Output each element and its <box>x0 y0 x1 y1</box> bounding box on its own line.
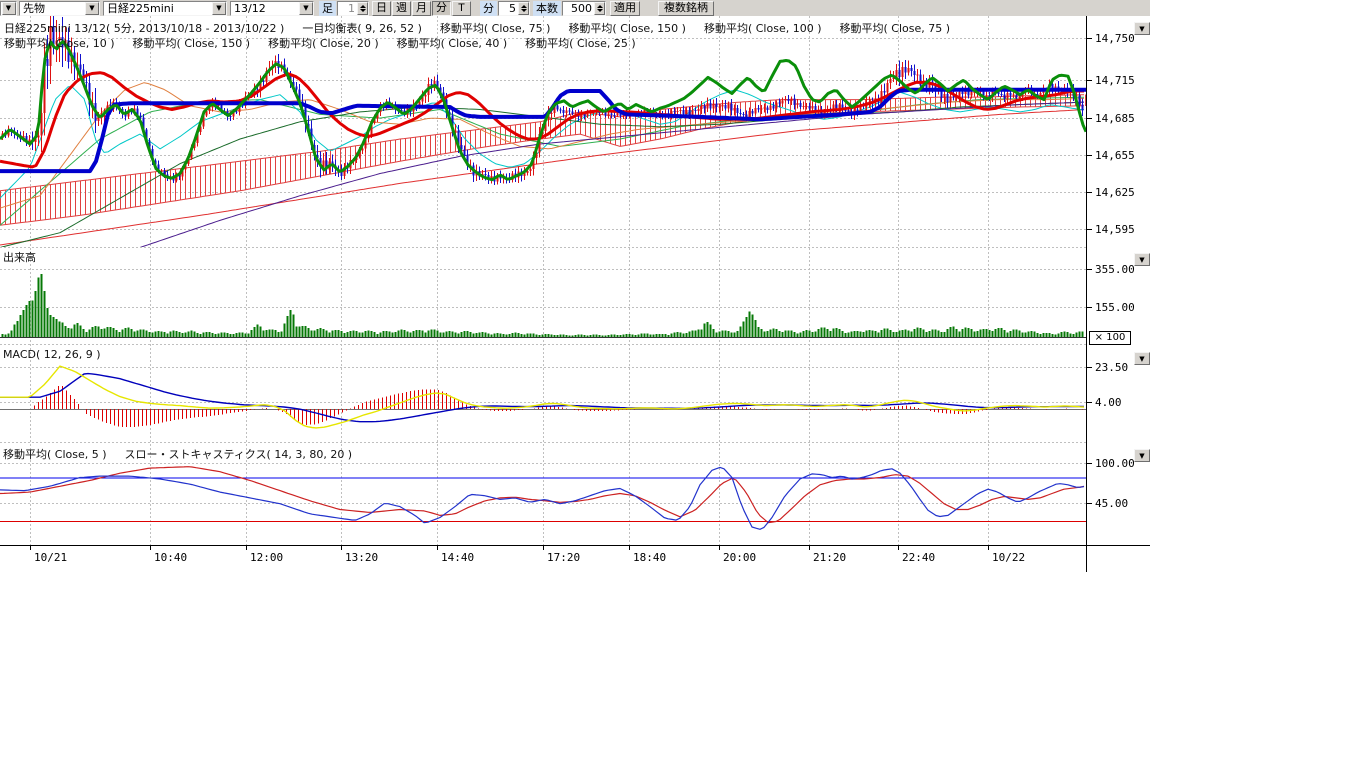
y-axis-label: 45.00 <box>1095 497 1128 510</box>
x-axis-label: 18:40 <box>633 551 666 564</box>
chevron-down-icon: ▼ <box>1139 452 1144 460</box>
y-axis-label: 14,685 <box>1095 112 1135 125</box>
chevron-down-icon: ▼ <box>1139 25 1144 33</box>
x-axis-label: 17:20 <box>547 551 580 564</box>
main-panel-menu-button[interactable]: ▼ <box>1134 22 1150 35</box>
chart-canvas: 10/21 10:40 12:00 13:20 14:40 17:20 18:40 20:00… <box>0 0 1366 768</box>
x-axis-label: 10/22 <box>992 551 1025 564</box>
y-axis-label: 23.50 <box>1095 361 1128 374</box>
gridlines <box>0 16 1086 545</box>
x-axis-label: 13:20 <box>345 551 378 564</box>
chevron-down-icon: ▼ <box>1139 355 1144 363</box>
y-axis-label: 14,655 <box>1095 149 1135 162</box>
app-window: { "toolbar": { "edge_combo_arrow": "▼", … <box>0 0 1366 768</box>
candles-layer <box>2 4 1084 185</box>
x-axis-label: 12:00 <box>250 551 283 564</box>
y-axis-label: 4.00 <box>1095 396 1122 409</box>
stoch-panel-menu-button[interactable]: ▼ <box>1134 449 1150 462</box>
chevron-down-icon: ▼ <box>1139 256 1144 264</box>
x-axis-label: 21:20 <box>813 551 846 564</box>
y-axis-label: 14,625 <box>1095 186 1135 199</box>
x-axis-label: 10/21 <box>34 551 67 564</box>
x-axis-label: 20:00 <box>723 551 756 564</box>
y-axis-label: 14,595 <box>1095 223 1135 236</box>
volume-multiplier-badge: × 100 <box>1089 331 1131 345</box>
x-axis-label: 14:40 <box>441 551 474 564</box>
x-axis-label: 22:40 <box>902 551 935 564</box>
y-axis-label: 100.00 <box>1095 457 1135 470</box>
volume-panel-menu-button[interactable]: ▼ <box>1134 253 1150 266</box>
y-axis-label: 355.00 <box>1095 263 1135 276</box>
y-axis-label: 14,715 <box>1095 74 1135 87</box>
macd-panel-menu-button[interactable]: ▼ <box>1134 352 1150 365</box>
y-axis-label: 155.00 <box>1095 301 1135 314</box>
y-axis-label: 14,750 <box>1095 32 1135 45</box>
x-axis-label: 10:40 <box>154 551 187 564</box>
